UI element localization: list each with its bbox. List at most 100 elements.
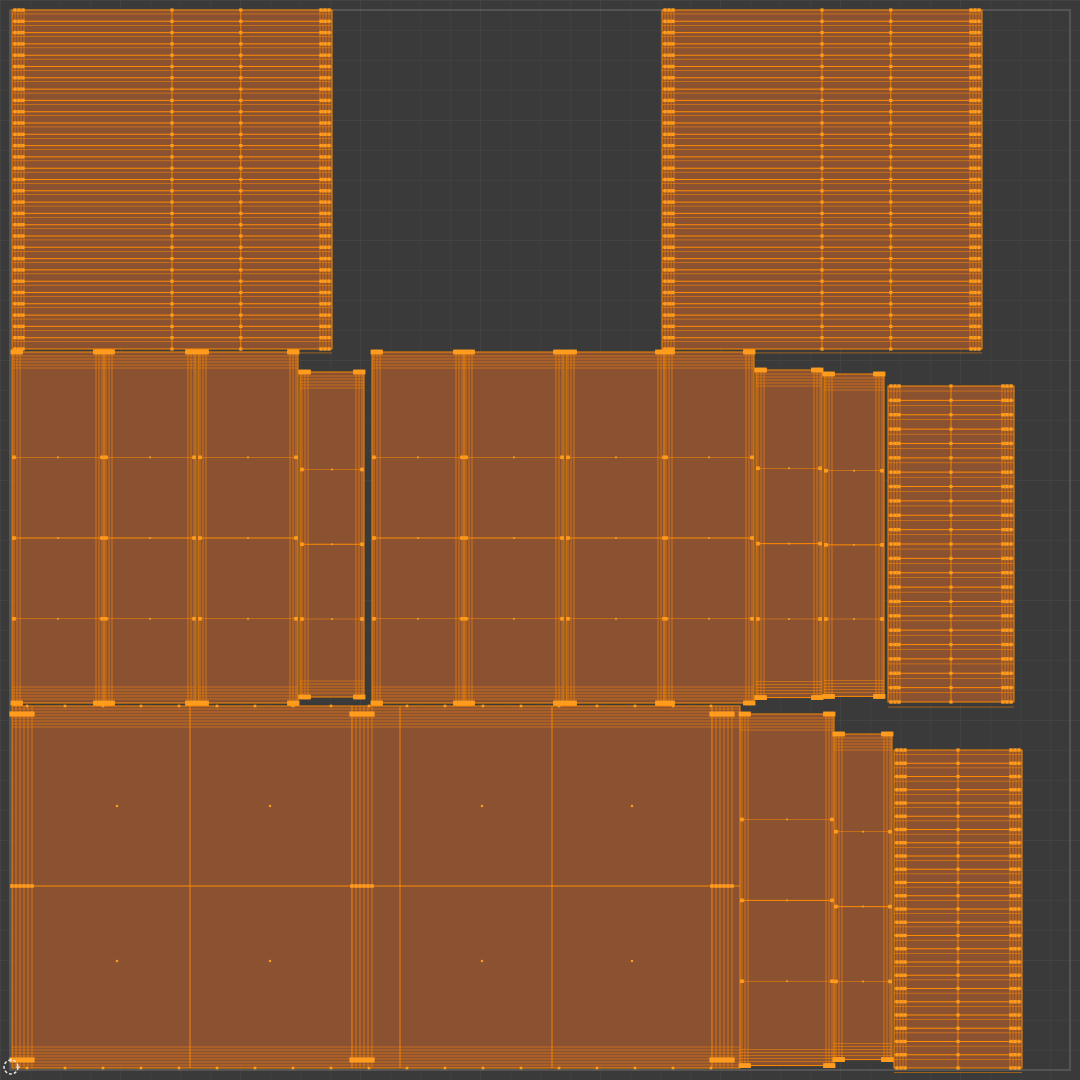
uv-vertex[interactable] [708, 537, 710, 539]
uv-vertex[interactable] [323, 132, 327, 136]
uv-vertex[interactable] [663, 53, 667, 57]
uv-vertex[interactable] [1017, 1013, 1021, 1017]
uv-vertex[interactable] [903, 973, 907, 977]
uv-vertex[interactable] [671, 87, 675, 91]
uv-vertex[interactable] [17, 19, 21, 23]
uv-vertex[interactable] [899, 867, 903, 871]
uv-vertex[interactable] [969, 19, 973, 23]
uv-vertex[interactable] [464, 455, 468, 460]
uv-vertex[interactable] [786, 899, 788, 902]
uv-vertex[interactable] [956, 920, 960, 924]
uv-vertex[interactable] [903, 774, 907, 779]
uv-vertex[interactable] [319, 64, 323, 69]
uv-vertex[interactable] [820, 200, 824, 204]
uv-vertex[interactable] [956, 748, 960, 752]
uv-vertex[interactable] [630, 959, 634, 963]
uv-vertex[interactable] [949, 427, 953, 431]
uv-vertex[interactable] [464, 536, 468, 540]
uv-vertex[interactable] [969, 256, 973, 261]
uv-vertex[interactable] [1009, 1053, 1013, 1057]
uv-vertex[interactable] [1009, 854, 1013, 858]
uv-vertex[interactable] [13, 223, 17, 227]
uv-vertex[interactable] [834, 979, 838, 984]
uv-vertex[interactable] [889, 324, 893, 328]
uv-vertex[interactable] [820, 189, 824, 193]
uv-vertex[interactable] [170, 279, 174, 283]
uv-vertex[interactable] [353, 694, 358, 700]
uv-vertex[interactable] [362, 884, 366, 888]
strip-row-middle-left[interactable] [10, 349, 366, 706]
uv-vertex[interactable] [969, 268, 973, 272]
uv-vertex[interactable] [1009, 456, 1013, 460]
uv-vertex[interactable] [327, 98, 331, 103]
uv-vertex[interactable] [300, 542, 304, 547]
uv-vertex[interactable] [291, 1066, 295, 1070]
uv-vertex[interactable] [306, 694, 311, 700]
uv-vertex[interactable] [889, 279, 893, 283]
uv-vertex[interactable] [1017, 933, 1021, 938]
uv-vertex[interactable] [21, 8, 25, 12]
uv-vertex[interactable] [903, 947, 907, 951]
uv-vertex[interactable] [893, 398, 897, 403]
uv-vertex[interactable] [323, 211, 327, 216]
uv-vertex[interactable] [671, 42, 675, 46]
2d-cursor-icon[interactable] [2, 1058, 20, 1076]
uv-vertex[interactable] [21, 30, 25, 35]
uv-vertex[interactable] [323, 245, 327, 249]
uv-vertex[interactable] [21, 177, 25, 182]
uv-vertex[interactable] [788, 618, 790, 620]
uv-vertex[interactable] [319, 132, 323, 136]
uv-vertex[interactable] [1009, 513, 1013, 517]
uv-vertex[interactable] [811, 695, 816, 700]
uv-vertex[interactable] [460, 616, 464, 621]
uv-vertex[interactable] [889, 585, 893, 589]
uv-vertex[interactable] [977, 166, 981, 170]
uv-vertex[interactable] [18, 884, 22, 888]
uv-vertex[interactable] [973, 166, 977, 170]
uv-vertex[interactable] [969, 324, 973, 329]
uv-vertex[interactable] [327, 110, 331, 114]
uv-vertex[interactable] [889, 31, 893, 35]
uv-vertex[interactable] [820, 98, 824, 102]
uv-vertex[interactable] [862, 830, 864, 833]
uv-vertex[interactable] [519, 704, 523, 708]
uv-vertex[interactable] [663, 98, 667, 103]
uv-vertex[interactable] [671, 313, 675, 317]
uv-vertex[interactable] [319, 279, 323, 283]
uv-vertex[interactable] [740, 817, 744, 822]
uv-vertex[interactable] [977, 143, 981, 148]
uv-vertex[interactable] [319, 19, 323, 23]
uv-vertex[interactable] [895, 894, 899, 898]
uv-vertex[interactable] [1017, 947, 1021, 951]
uv-vertex[interactable] [360, 617, 364, 621]
uv-vertex[interactable] [977, 336, 981, 340]
uv-vertex[interactable] [1017, 748, 1021, 752]
uv-vertex[interactable] [956, 894, 960, 898]
uv-vertex[interactable] [893, 657, 897, 661]
uv-vertex[interactable] [743, 700, 748, 706]
uv-vertex[interactable] [1009, 933, 1013, 938]
uv-vertex[interactable] [327, 256, 331, 261]
uv-vertex[interactable] [671, 166, 675, 170]
uv-vertex[interactable] [718, 884, 722, 888]
uv-vertex[interactable] [895, 1026, 899, 1030]
uv-vertex[interactable] [22, 884, 26, 888]
uv-vertex[interactable] [840, 1057, 845, 1062]
uv-vertex[interactable] [1013, 894, 1017, 898]
uv-vertex[interactable] [880, 617, 884, 621]
uv-vertex[interactable] [889, 19, 893, 23]
uv-vertex[interactable] [1013, 748, 1017, 752]
uv-vertex[interactable] [327, 313, 331, 317]
uv-vertex[interactable] [671, 211, 675, 216]
uv-vertex[interactable] [1009, 894, 1013, 898]
uv-vertex[interactable] [949, 441, 953, 446]
uv-vertex[interactable] [21, 53, 25, 57]
uv-vertex[interactable] [327, 279, 331, 283]
uv-vertex[interactable] [889, 398, 893, 403]
uv-vertex[interactable] [1001, 527, 1005, 532]
uv-vertex[interactable] [215, 1066, 219, 1070]
uv-face[interactable] [833, 733, 893, 1061]
uv-vertex[interactable] [671, 189, 675, 193]
uv-vertex[interactable] [671, 223, 675, 227]
uv-vertex[interactable] [667, 279, 671, 283]
